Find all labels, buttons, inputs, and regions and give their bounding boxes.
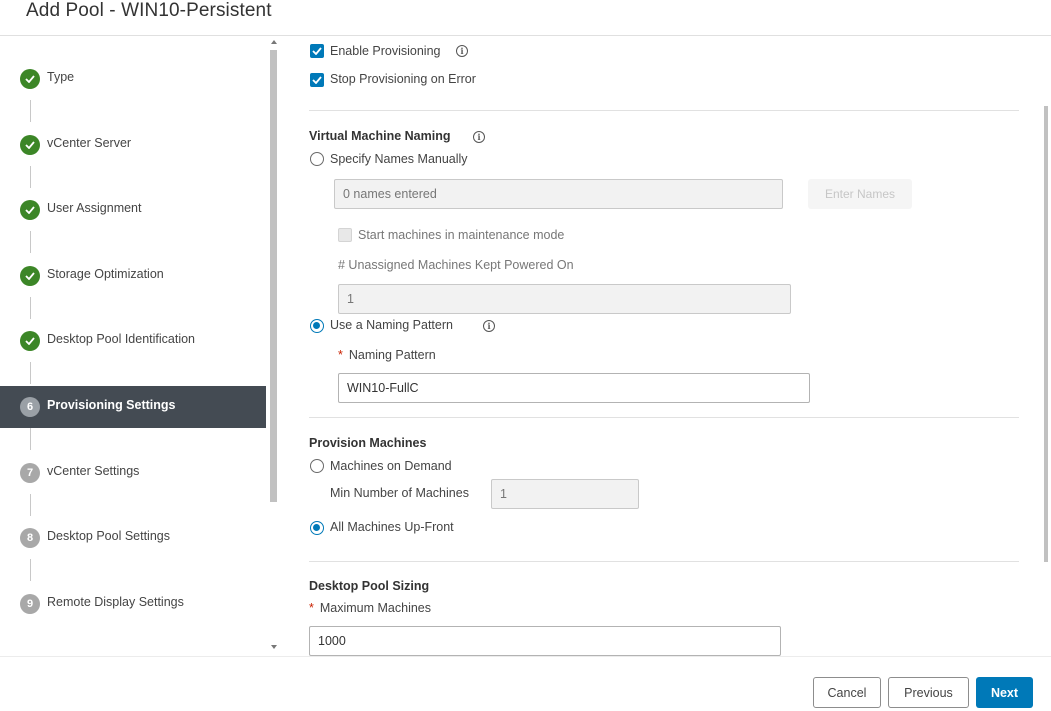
- wizard-step-vcenter-server[interactable]: vCenter Server: [0, 124, 266, 166]
- machines-on-demand-radio[interactable]: [310, 459, 324, 473]
- wizard-step-desktop-pool-settings[interactable]: 8 Desktop Pool Settings: [0, 517, 266, 559]
- main-scrollbar[interactable]: [1044, 106, 1048, 562]
- provisioning-settings-form: Enable Provisioning i Stop Provisioning …: [282, 36, 1051, 656]
- specify-names-manually-radio[interactable]: [310, 152, 324, 166]
- wizard-step-vcenter-settings[interactable]: 7 vCenter Settings: [0, 452, 266, 494]
- info-icon[interactable]: i: [473, 131, 485, 143]
- wizard-step-storage-optimization[interactable]: Storage Optimization: [0, 255, 266, 297]
- step-connector-line: [30, 362, 31, 384]
- all-machines-up-front-label: All Machines Up-Front: [330, 520, 454, 534]
- wizard-step-label: Remote Display Settings: [47, 595, 184, 609]
- use-naming-pattern-radio[interactable]: [310, 319, 324, 333]
- maintenance-mode-checkbox: [338, 228, 352, 242]
- dialog-title: Add Pool - WIN10-Persistent: [26, 0, 272, 21]
- naming-pattern-input[interactable]: WIN10-FullC: [338, 373, 810, 403]
- wizard-step-label: Type: [47, 70, 75, 84]
- specify-names-manually-label: Specify Names Manually: [330, 152, 468, 166]
- unassigned-machines-field: 1: [338, 284, 791, 314]
- section-divider: [309, 417, 1019, 418]
- maintenance-mode-label: Start machines in maintenance mode: [358, 228, 565, 242]
- step-complete-check-icon: [20, 200, 40, 220]
- stop-provisioning-label: Stop Provisioning on Error: [330, 72, 476, 86]
- maximum-machines-label: * Maximum Machines: [309, 601, 431, 615]
- wizard-step-label: Provisioning Settings: [47, 398, 176, 412]
- checkmark-icon: [312, 47, 322, 55]
- step-number-badge: 8: [20, 528, 40, 548]
- provision-machines-heading: Provision Machines: [309, 436, 427, 450]
- step-connector-line: [30, 100, 31, 122]
- step-number-badge: 6: [20, 397, 40, 417]
- wizard-step-provisioning-settings[interactable]: 6 Provisioning Settings: [0, 386, 266, 428]
- unassigned-machines-label: # Unassigned Machines Kept Powered On: [338, 258, 574, 272]
- info-icon[interactable]: i: [456, 45, 468, 57]
- maximum-machines-input[interactable]: 1000: [309, 626, 781, 656]
- names-entered-field: 0 names entered: [334, 179, 783, 209]
- naming-pattern-label: * Naming Pattern: [338, 348, 436, 362]
- step-complete-check-icon: [20, 266, 40, 286]
- step-number-badge: 9: [20, 594, 40, 614]
- wizard-step-label: Storage Optimization: [47, 267, 164, 281]
- next-button[interactable]: Next: [976, 677, 1033, 708]
- scroll-up-arrow-icon[interactable]: [271, 40, 277, 44]
- wizard-step-remote-display-settings[interactable]: 9 Remote Display Settings: [0, 583, 266, 625]
- step-complete-check-icon: [20, 135, 40, 155]
- step-connector-line: [30, 428, 31, 450]
- wizard-sidebar: Type vCenter Server User Assignment Storage…: [0, 36, 282, 656]
- wizard-step-type[interactable]: Type: [0, 58, 266, 100]
- step-complete-check-icon: [20, 69, 40, 89]
- machines-on-demand-label: Machines on Demand: [330, 459, 452, 473]
- footer-divider: [0, 656, 1051, 657]
- scroll-down-arrow-icon[interactable]: [271, 645, 277, 649]
- step-connector-line: [30, 231, 31, 253]
- required-asterisk: *: [309, 601, 314, 615]
- stop-provisioning-on-error-checkbox[interactable]: [310, 73, 324, 87]
- enable-provisioning-label: Enable Provisioning: [330, 44, 441, 58]
- required-asterisk: *: [338, 348, 343, 362]
- enter-names-button[interactable]: Enter Names: [808, 179, 912, 209]
- wizard-steps: Type vCenter Server User Assignment Storage…: [0, 36, 266, 656]
- step-connector-line: [30, 166, 31, 188]
- wizard-step-label: vCenter Server: [47, 136, 132, 150]
- enable-provisioning-checkbox[interactable]: [310, 44, 324, 58]
- section-divider: [309, 561, 1019, 562]
- section-divider: [309, 110, 1019, 111]
- wizard-step-label: Desktop Pool Identification: [47, 332, 196, 346]
- wizard-step-user-assignment[interactable]: User Assignment: [0, 189, 266, 231]
- wizard-step-label: Desktop Pool Settings: [47, 529, 170, 543]
- step-connector-line: [30, 559, 31, 581]
- sidebar-scroll-thumb[interactable]: [270, 50, 277, 502]
- step-connector-line: [30, 297, 31, 319]
- wizard-step-label: vCenter Settings: [47, 464, 140, 478]
- maximum-machines-label-text: Maximum Machines: [319, 601, 432, 615]
- sidebar-scrollbar[interactable]: [266, 36, 282, 656]
- vm-naming-heading: Virtual Machine Naming: [309, 129, 451, 143]
- desktop-pool-sizing-heading: Desktop Pool Sizing: [309, 579, 430, 593]
- previous-button[interactable]: Previous: [888, 677, 969, 708]
- step-complete-check-icon: [20, 331, 40, 351]
- use-naming-pattern-label: Use a Naming Pattern: [330, 318, 453, 332]
- wizard-step-label: User Assignment: [47, 201, 142, 215]
- step-connector-line: [30, 494, 31, 516]
- naming-pattern-label-text: Naming Pattern: [348, 348, 436, 362]
- wizard-step-desktop-pool-identification[interactable]: Desktop Pool Identification: [0, 320, 266, 362]
- all-machines-up-front-radio[interactable]: [310, 521, 324, 535]
- step-number-badge: 7: [20, 463, 40, 483]
- checkmark-icon: [312, 76, 322, 84]
- info-icon[interactable]: i: [483, 320, 495, 332]
- cancel-button[interactable]: Cancel: [813, 677, 881, 708]
- min-number-of-machines-label: Min Number of Machines: [330, 486, 469, 500]
- min-number-of-machines-field: 1: [491, 479, 639, 509]
